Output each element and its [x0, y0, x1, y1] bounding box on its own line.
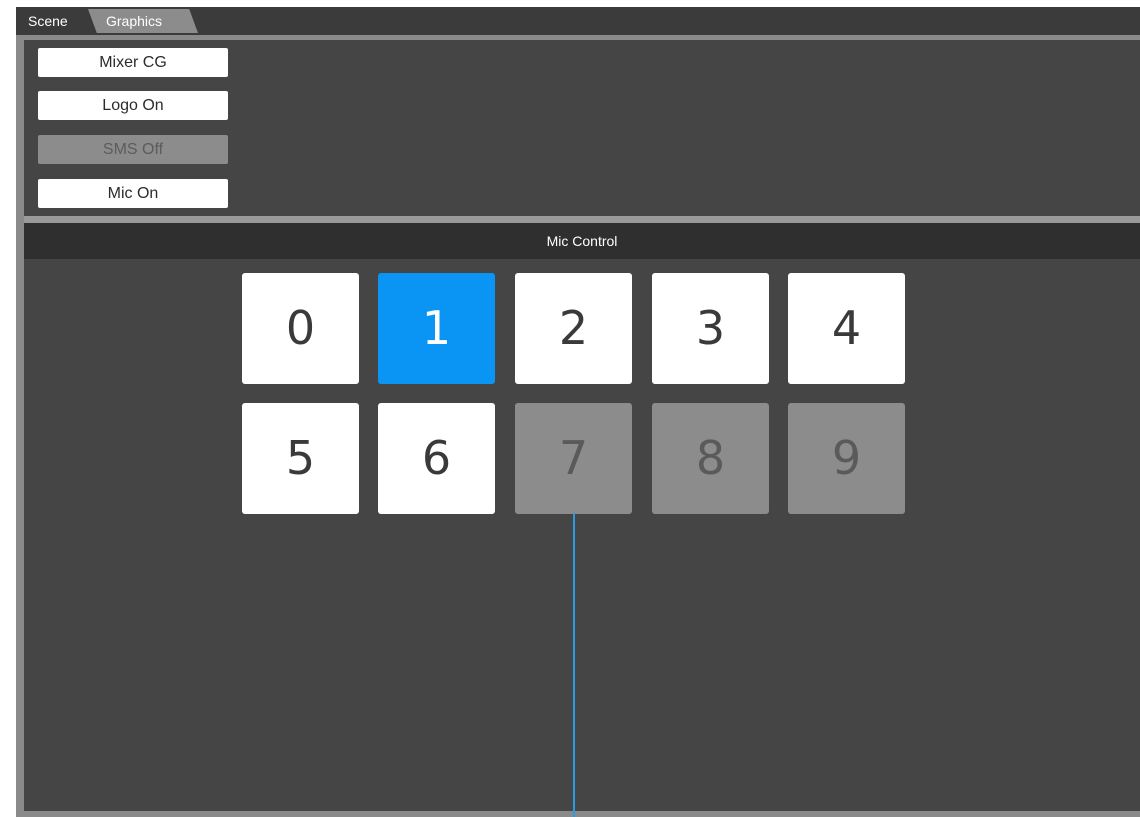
- mic-button-8[interactable]: 8: [652, 403, 769, 514]
- tab-graphics[interactable]: Graphics: [88, 9, 198, 33]
- mic-button-4[interactable]: 4: [788, 273, 905, 384]
- mixer-cg-button[interactable]: Mixer CG: [38, 48, 228, 77]
- mic-button-0[interactable]: 0: [242, 273, 359, 384]
- mic-button-2[interactable]: 2: [515, 273, 632, 384]
- panel-separator: [24, 216, 1140, 223]
- mic-button-5[interactable]: 5: [242, 403, 359, 514]
- mic-button-7[interactable]: 7: [515, 403, 632, 514]
- mic-button-3[interactable]: 3: [652, 273, 769, 384]
- tab-scene[interactable]: Scene: [20, 9, 92, 33]
- mic-control-title: Mic Control: [24, 223, 1140, 259]
- bottom-edge: [16, 811, 1140, 817]
- guide-line: [573, 513, 575, 817]
- mic-button-6[interactable]: 6: [378, 403, 495, 514]
- sms-toggle-button[interactable]: SMS Off: [38, 135, 228, 164]
- graphics-panel: Mixer CG Logo On SMS Off Mic On: [24, 40, 1140, 216]
- mic-button-1[interactable]: 1: [378, 273, 495, 384]
- mic-toggle-button[interactable]: Mic On: [38, 179, 228, 208]
- logo-toggle-button[interactable]: Logo On: [38, 91, 228, 120]
- mic-control-panel: Mic Control 0 1 2 3 4 5 6 7 8 9: [24, 223, 1140, 811]
- tab-bar: Scene Graphics: [16, 7, 1140, 36]
- mic-button-9[interactable]: 9: [788, 403, 905, 514]
- app-window: Scene Graphics Mixer CG Logo On SMS Off …: [16, 7, 1140, 817]
